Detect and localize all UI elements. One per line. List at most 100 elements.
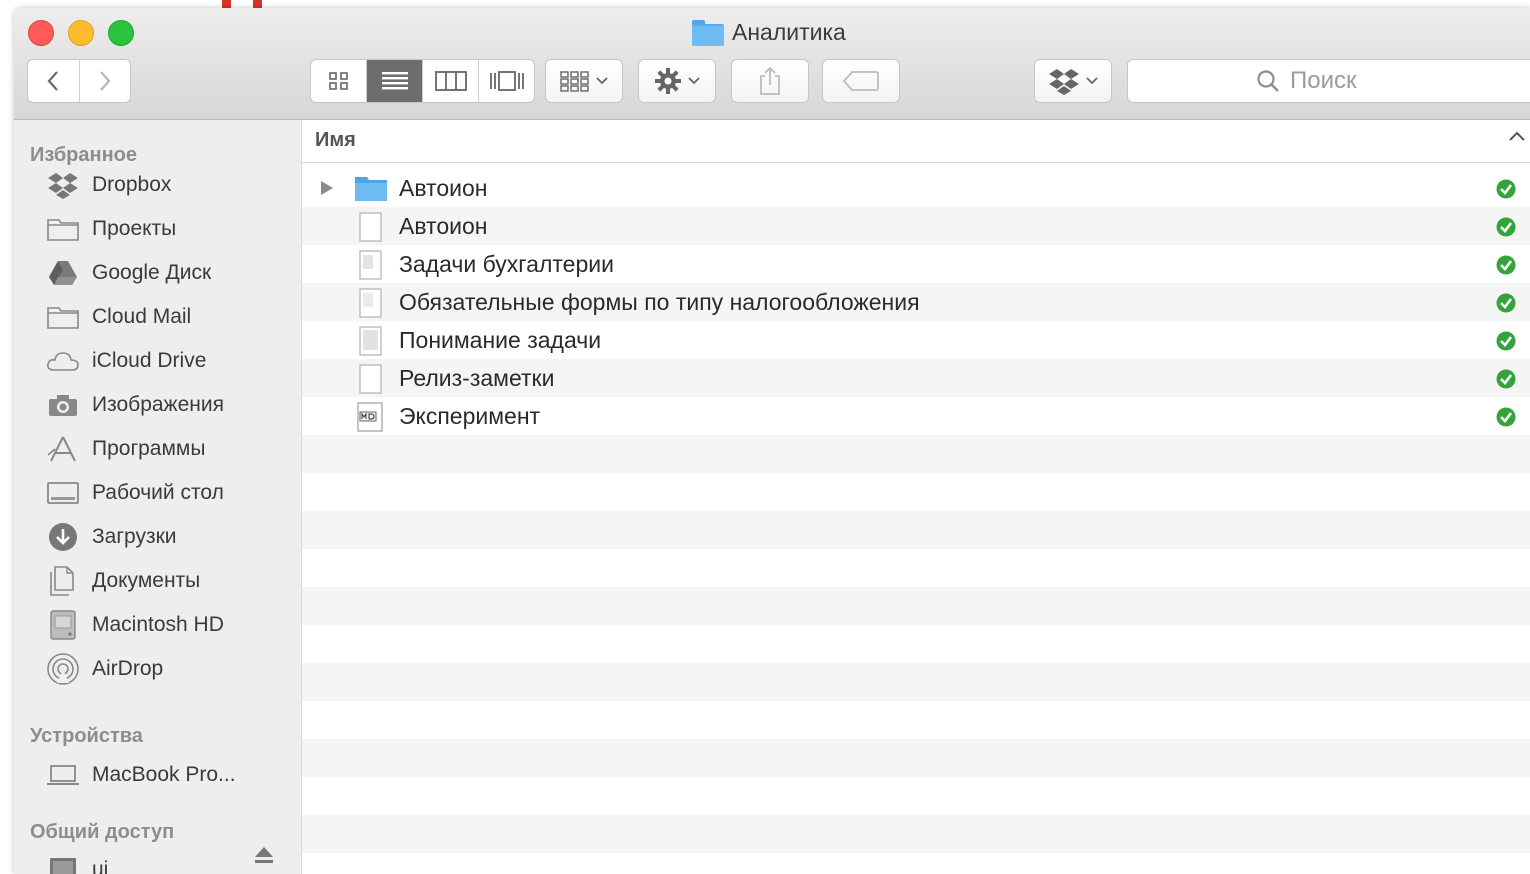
folder-icon	[47, 219, 79, 241]
empty-row	[302, 511, 1530, 549]
sidebar-item-google-drive[interactable]: Google Диск	[46, 255, 211, 291]
folder-icon	[47, 307, 79, 329]
red-mark-decoration	[222, 0, 262, 8]
sidebar: Избранное Dropbox Проекты Google Диск Cl…	[14, 120, 302, 874]
airdrop-icon	[47, 653, 79, 685]
nav-buttons	[27, 59, 131, 103]
list-icon	[381, 72, 408, 90]
file-row-experiment[interactable]: Эксперимент	[302, 397, 1530, 435]
document-icon	[359, 250, 382, 280]
file-name: Задачи бухгалтерии	[399, 251, 614, 277]
file-row-autoion-folder[interactable]: Автоион	[302, 169, 1530, 207]
downloads-icon	[49, 523, 77, 551]
empty-row	[302, 815, 1530, 853]
forward-button[interactable]	[80, 60, 131, 102]
action-menu-button[interactable]	[638, 59, 716, 103]
tag-icon	[842, 71, 879, 91]
sort-ascending-icon	[1509, 131, 1525, 141]
chevron-down-icon	[688, 77, 700, 85]
search-input[interactable]: Поиск	[1127, 59, 1530, 103]
list-view-button[interactable]	[367, 60, 423, 102]
documents-icon	[50, 566, 74, 596]
sync-ok-icon	[1496, 407, 1516, 427]
sidebar-section-devices: Устройства	[30, 725, 143, 747]
file-list: Автоион Автоион Задачи бухгалтерии Обяза…	[302, 169, 1530, 874]
empty-row	[302, 739, 1530, 777]
share-button[interactable]	[731, 59, 809, 103]
disk-icon	[50, 610, 76, 640]
display-icon	[50, 858, 76, 874]
finder-window: Аналитика Поиск Избранное Dropbox Проект…	[14, 8, 1530, 874]
icon-view-button[interactable]	[311, 60, 367, 102]
document-icon	[359, 212, 382, 242]
sidebar-item-applications[interactable]: Программы	[46, 431, 205, 467]
document-icon	[359, 288, 382, 318]
minimize-button[interactable]	[68, 20, 94, 46]
back-icon	[47, 71, 59, 91]
sidebar-item-projects[interactable]: Проекты	[46, 211, 176, 247]
sidebar-item-icloud-drive[interactable]: iCloud Drive	[46, 343, 206, 379]
view-mode-segmented	[310, 59, 535, 103]
file-name: Релиз-заметки	[399, 365, 555, 391]
column-header-name[interactable]: Имя	[302, 120, 1530, 163]
sidebar-item-airdrop[interactable]: AirDrop	[46, 651, 163, 687]
chevron-down-icon	[1086, 77, 1098, 85]
desktop-icon	[47, 482, 79, 504]
cloud-icon	[47, 352, 79, 371]
sidebar-item-pictures[interactable]: Изображения	[46, 387, 224, 423]
sidebar-item-macbook[interactable]: MacBook Pro...	[46, 757, 236, 793]
tag-button[interactable]	[822, 59, 900, 103]
window-title-text: Аналитика	[732, 18, 846, 45]
share-icon	[760, 66, 780, 95]
disclosure-triangle-icon[interactable]	[320, 180, 334, 196]
empty-row	[302, 435, 1530, 473]
arrange-menu-button[interactable]	[545, 59, 623, 103]
sync-ok-icon	[1496, 293, 1516, 313]
sidebar-item-downloads[interactable]: Загрузки	[46, 519, 177, 555]
sidebar-section-favorites: Избранное	[30, 144, 138, 166]
file-row-release-notes[interactable]: Релиз-заметки	[302, 359, 1530, 397]
sync-ok-icon	[1496, 331, 1516, 351]
file-name: Обязательные формы по типу налогообложен…	[399, 289, 920, 315]
sidebar-item-documents[interactable]: Документы	[46, 563, 200, 599]
file-row-understanding-task[interactable]: Понимание задачи	[302, 321, 1530, 359]
file-name: Эксперимент	[399, 403, 541, 429]
sidebar-item-desktop[interactable]: Рабочий стол	[46, 475, 224, 511]
cover-flow-icon	[489, 71, 524, 91]
sidebar-item-macintosh-hd[interactable]: Macintosh HD	[46, 607, 224, 643]
dropbox-menu-button[interactable]	[1034, 59, 1112, 103]
file-name: Понимание задачи	[399, 327, 602, 353]
sidebar-item-cloud-mail[interactable]: Cloud Mail	[46, 299, 191, 335]
back-button[interactable]	[28, 60, 80, 102]
document-icon	[359, 326, 382, 356]
google-drive-icon	[49, 261, 77, 285]
zoom-button[interactable]	[108, 20, 134, 46]
folder-icon	[355, 177, 387, 201]
file-row-accounting-tasks[interactable]: Задачи бухгалтерии	[302, 245, 1530, 283]
sync-ok-icon	[1496, 369, 1516, 389]
empty-row	[302, 663, 1530, 701]
column-view-button[interactable]	[423, 60, 479, 102]
dropbox-icon	[48, 173, 78, 199]
close-button[interactable]	[28, 20, 54, 46]
sidebar-item-ui[interactable]: ui	[46, 852, 108, 874]
sidebar-section-shared: Общий доступ	[30, 821, 175, 843]
chevron-down-icon	[596, 77, 608, 85]
file-row-autoion-doc[interactable]: Автоион	[302, 207, 1530, 245]
file-name: Автоион	[399, 175, 488, 201]
sidebar-item-dropbox[interactable]: Dropbox	[46, 167, 171, 203]
file-list-pane: Имя Автоион Автоион Задачи бухгалтерии О…	[302, 120, 1530, 874]
column-header-label: Имя	[315, 129, 356, 151]
titlebar: Аналитика Поиск	[14, 8, 1530, 120]
apps-icon	[47, 436, 76, 462]
file-row-mandatory-forms[interactable]: Обязательные формы по типу налогообложен…	[302, 283, 1530, 321]
cover-flow-view-button[interactable]	[479, 60, 534, 102]
forward-icon	[99, 71, 111, 91]
gear-icon	[655, 68, 681, 94]
eject-icon[interactable]	[254, 846, 274, 864]
sync-ok-icon	[1496, 255, 1516, 275]
empty-row	[302, 587, 1530, 625]
columns-icon	[434, 71, 467, 91]
search-icon	[1257, 70, 1279, 92]
laptop-icon	[47, 765, 79, 785]
